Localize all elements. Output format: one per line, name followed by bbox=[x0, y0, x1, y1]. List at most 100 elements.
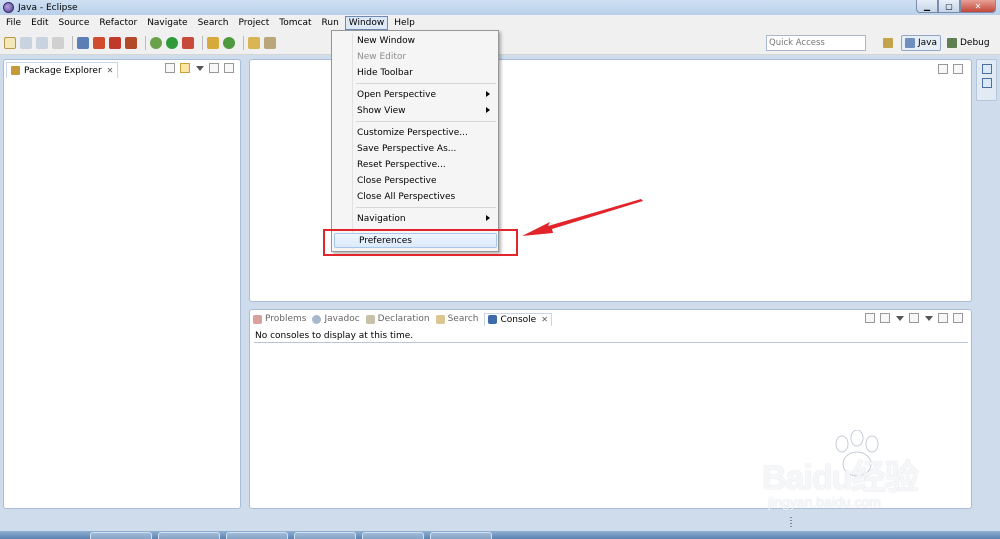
perspective-debug[interactable]: Debug bbox=[944, 35, 993, 51]
open-console-icon[interactable] bbox=[865, 313, 875, 323]
taskbar-button[interactable] bbox=[226, 532, 288, 539]
collapse-all-icon[interactable] bbox=[165, 63, 175, 73]
link-with-editor-icon[interactable] bbox=[180, 63, 190, 73]
save-icon[interactable] bbox=[20, 36, 32, 49]
window-title: Java - Eclipse bbox=[18, 2, 78, 13]
skip-breakpoints-icon[interactable] bbox=[77, 36, 89, 49]
new-class-icon[interactable] bbox=[223, 36, 235, 49]
menu-customize-perspective-label: Customize Perspective... bbox=[357, 127, 468, 138]
menu-new-window[interactable]: New Window bbox=[333, 33, 497, 48]
menu-file[interactable]: File bbox=[2, 16, 25, 30]
submenu-arrow-icon bbox=[486, 215, 490, 221]
menu-save-perspective-as[interactable]: Save Perspective As... bbox=[333, 141, 497, 156]
taskbar-button[interactable] bbox=[430, 532, 492, 539]
minimize-view-icon[interactable] bbox=[209, 63, 219, 73]
minimize-button[interactable]: ▁ bbox=[916, 0, 938, 13]
server-stop-icon[interactable] bbox=[109, 36, 121, 49]
taskbar-button[interactable] bbox=[158, 532, 220, 539]
toolbar-separator bbox=[145, 35, 146, 50]
menu-navigation[interactable]: Navigation bbox=[333, 211, 497, 226]
menu-show-view-label: Show View bbox=[357, 105, 406, 116]
menu-reset-perspective[interactable]: Reset Perspective... bbox=[333, 157, 497, 172]
menu-close-perspective[interactable]: Close Perspective bbox=[333, 173, 497, 188]
declaration-icon bbox=[365, 314, 375, 324]
menu-navigate[interactable]: Navigate bbox=[143, 16, 191, 30]
new-icon[interactable] bbox=[4, 36, 16, 49]
menu-source[interactable]: Source bbox=[55, 16, 94, 30]
maximize-editor-icon[interactable] bbox=[953, 64, 963, 74]
package-icon bbox=[11, 66, 20, 75]
tab-console[interactable]: Console ✕ bbox=[484, 312, 552, 326]
java-perspective-icon bbox=[905, 38, 915, 48]
menu-separator bbox=[356, 83, 496, 84]
menu-hide-toolbar[interactable]: Hide Toolbar bbox=[333, 65, 497, 80]
quick-access-input[interactable] bbox=[766, 35, 866, 51]
display-console-menu-icon[interactable] bbox=[896, 315, 904, 321]
javadoc-icon bbox=[312, 314, 322, 324]
tab-problems[interactable]: Problems bbox=[253, 314, 306, 324]
minimize-editor-icon[interactable] bbox=[938, 64, 948, 74]
view-menu-icon[interactable] bbox=[196, 65, 204, 71]
annotation-highlight-box bbox=[323, 229, 518, 256]
open-perspective-icon bbox=[883, 38, 893, 48]
menu-help[interactable]: Help bbox=[390, 16, 419, 30]
restore-icon[interactable] bbox=[981, 64, 992, 74]
tab-search-label: Search bbox=[447, 314, 479, 324]
baidu-watermark: Baidu经验 jingyan.baidu.com bbox=[762, 430, 962, 522]
new-java-project-icon[interactable] bbox=[207, 36, 219, 49]
maximize-console-icon[interactable] bbox=[953, 313, 963, 323]
minimize-console-icon[interactable] bbox=[938, 313, 948, 323]
taskbar-button[interactable] bbox=[294, 532, 356, 539]
menu-open-perspective[interactable]: Open Perspective bbox=[333, 87, 497, 102]
tab-declaration[interactable]: Declaration bbox=[365, 314, 430, 324]
close-tab-icon[interactable]: ✕ bbox=[107, 66, 114, 75]
menu-show-view[interactable]: Show View bbox=[333, 103, 497, 118]
close-console-tab-icon[interactable]: ✕ bbox=[541, 315, 548, 324]
menu-close-all-perspectives[interactable]: Close All Perspectives bbox=[333, 189, 497, 204]
outline-icon[interactable] bbox=[981, 78, 992, 88]
menu-new-editor: New Editor bbox=[333, 49, 497, 64]
menu-project[interactable]: Project bbox=[234, 16, 273, 30]
package-explorer-tab[interactable]: Package Explorer ✕ bbox=[6, 62, 119, 78]
splitter-handle[interactable] bbox=[790, 517, 792, 529]
editor-tools bbox=[933, 64, 963, 74]
open-type-icon[interactable] bbox=[248, 36, 260, 49]
right-trim-stack bbox=[976, 59, 997, 101]
debug-icon[interactable] bbox=[150, 36, 162, 49]
tab-search[interactable]: Search bbox=[435, 314, 479, 324]
external-tools-icon[interactable] bbox=[182, 36, 194, 49]
perspective-java-label: Java bbox=[918, 38, 938, 48]
menu-customize-perspective[interactable]: Customize Perspective... bbox=[333, 125, 497, 140]
server-start-icon[interactable] bbox=[93, 36, 105, 49]
menu-refactor[interactable]: Refactor bbox=[95, 16, 141, 30]
taskbar-button[interactable] bbox=[90, 532, 152, 539]
close-button[interactable]: ✕ bbox=[960, 0, 996, 13]
menu-window[interactable]: Window bbox=[344, 16, 389, 30]
menu-run[interactable]: Run bbox=[318, 16, 343, 30]
server-restart-icon[interactable] bbox=[125, 36, 137, 49]
menu-close-perspective-label: Close Perspective bbox=[357, 175, 437, 186]
menu-edit[interactable]: Edit bbox=[27, 16, 52, 30]
save-all-icon[interactable] bbox=[36, 36, 48, 49]
tab-console-label: Console bbox=[500, 314, 537, 325]
menu-navigation-label: Navigation bbox=[357, 213, 406, 224]
search-icon[interactable] bbox=[264, 36, 276, 49]
menu-search[interactable]: Search bbox=[194, 16, 233, 30]
run-icon[interactable] bbox=[166, 36, 178, 49]
new-console-menu-icon[interactable] bbox=[925, 315, 933, 321]
tab-javadoc[interactable]: Javadoc bbox=[312, 314, 360, 324]
search-view-icon bbox=[435, 314, 445, 324]
new-console-icon[interactable] bbox=[909, 313, 919, 323]
maximize-view-icon[interactable] bbox=[224, 63, 234, 73]
perspective-java[interactable]: Java bbox=[901, 35, 942, 51]
print-icon[interactable] bbox=[52, 36, 64, 49]
package-explorer-view: Package Explorer ✕ bbox=[3, 59, 241, 509]
menu-tomcat[interactable]: Tomcat bbox=[275, 16, 315, 30]
display-console-icon[interactable] bbox=[880, 313, 890, 323]
perspective-debug-label: Debug bbox=[960, 38, 990, 48]
maximize-button[interactable]: ▢ bbox=[938, 0, 960, 13]
main-toolbar: Java Debug bbox=[0, 31, 1000, 55]
taskbar-button[interactable] bbox=[362, 532, 424, 539]
menu-close-all-perspectives-label: Close All Perspectives bbox=[357, 191, 456, 202]
open-perspective-button[interactable] bbox=[880, 35, 899, 51]
